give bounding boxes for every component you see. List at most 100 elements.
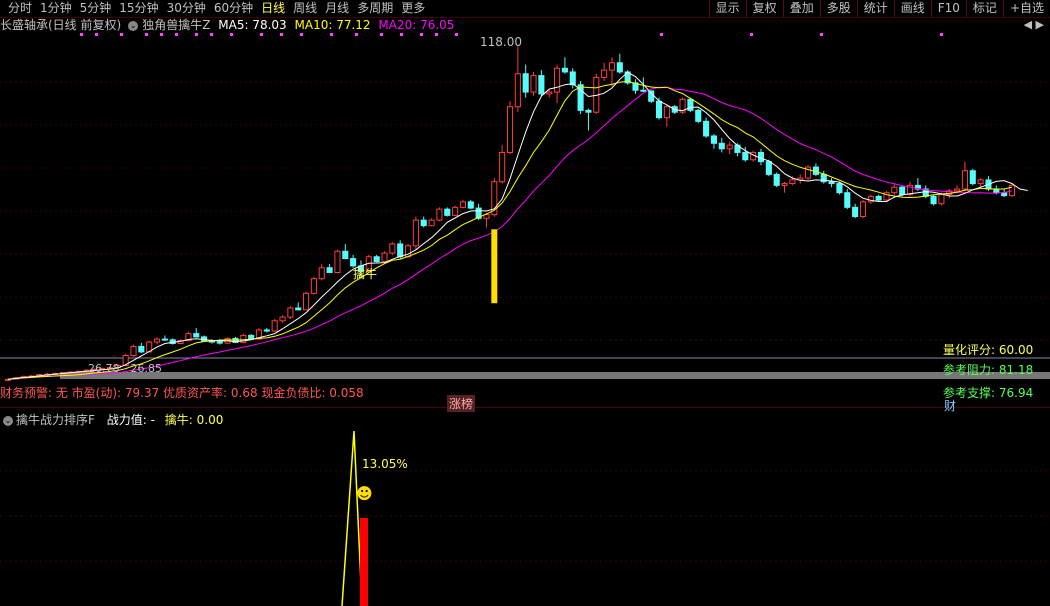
nav-arrows-icon[interactable]: ◀ ▶ [1024, 18, 1044, 31]
candlestick-chart[interactable] [0, 33, 1050, 408]
marker-dot [175, 33, 178, 36]
ma5-line [7, 71, 1028, 380]
candle-body [961, 170, 968, 190]
quant-score: 量化评分: 60.00 [943, 343, 1034, 357]
power-bar [360, 518, 368, 606]
candle-body [765, 161, 772, 175]
candle-body [310, 278, 317, 294]
candle-body [993, 188, 1000, 194]
candle-body [530, 75, 537, 93]
candle-body [428, 219, 435, 227]
marker-dot [455, 33, 458, 36]
tab-10[interactable]: 更多 [397, 0, 429, 17]
candle-body [663, 106, 670, 119]
candle-body [554, 67, 561, 93]
dropdown-circle-icon[interactable]: ⌄ [128, 20, 139, 31]
qn-value: 擒牛: 0.00 [164, 413, 224, 427]
candle-body [703, 120, 710, 137]
sub-indicator-name[interactable]: 擒牛战力排序F [16, 413, 95, 427]
tab-1[interactable]: 1分钟 [36, 0, 76, 17]
limit-badge[interactable]: 涨榜 [447, 395, 476, 412]
candle-body [303, 292, 310, 311]
candle-body [561, 67, 568, 73]
candle-body [852, 206, 859, 217]
marker-dot [280, 33, 283, 36]
candle-body [1001, 192, 1008, 197]
tool-2[interactable]: 叠加 [782, 0, 820, 17]
top-toolbar: 分时 1分钟 5分钟 15分钟 30分钟 60分钟 日线 周线 月线 多周期 更多 显示 复权 叠加 多股… [0, 0, 1050, 18]
candle-body [601, 69, 608, 78]
candle-body [389, 243, 396, 254]
finance-warning: 财务预警: 无 市盈(动): 79.37 优质资产率: 0.68 现金负债比: … [0, 386, 364, 400]
candle-body [546, 91, 553, 95]
candle-body [977, 179, 984, 185]
marker-dot [750, 33, 753, 36]
tab-4[interactable]: 30分钟 [163, 0, 210, 17]
marker-dot [120, 33, 123, 36]
candle-body [397, 243, 404, 258]
candle-body [381, 252, 388, 263]
candle-body [608, 62, 616, 71]
fin-badge[interactable]: 财 [944, 397, 956, 414]
candle-body [773, 173, 780, 186]
tool-0[interactable]: 显示 [708, 0, 746, 17]
smile-icon: ☻ [356, 484, 373, 503]
ma10-value: MA10: 77.12 [294, 18, 371, 32]
candle-body [930, 195, 937, 205]
tab-8[interactable]: 月线 [321, 0, 353, 17]
tab-5[interactable]: 60分钟 [210, 0, 257, 17]
candle-body [954, 188, 961, 192]
marker-dot [330, 33, 333, 36]
ma5-value: MA5: 78.03 [218, 18, 287, 32]
indicator-name[interactable]: 独角兽擒牛Z [142, 18, 210, 32]
tab-9[interactable]: 多周期 [353, 0, 397, 17]
marker-dot [160, 33, 163, 36]
candle-body [522, 73, 529, 93]
support-label: 参考支撑: 76.94 [943, 386, 1034, 400]
tool-4[interactable]: 统计 [856, 0, 894, 17]
candle-body [836, 183, 843, 194]
candle-body [506, 106, 514, 153]
marker-dot [380, 33, 383, 36]
candle-body [710, 135, 717, 144]
marker-dot [820, 33, 823, 36]
candle-body [538, 75, 545, 95]
tab-7[interactable]: 周线 [289, 0, 321, 17]
marker-dot [300, 33, 303, 36]
tab-6[interactable]: 日线 [257, 0, 289, 17]
tab-3[interactable]: 15分钟 [115, 0, 162, 17]
candle-body [216, 341, 223, 344]
tool-5[interactable]: 画线 [893, 0, 931, 17]
candle-body [687, 98, 694, 111]
tab-2[interactable]: 5分钟 [76, 0, 116, 17]
candle-body [655, 100, 663, 119]
candle-body [318, 267, 325, 280]
candle-body [844, 192, 851, 208]
candle-body [742, 151, 749, 161]
candle-body [342, 250, 349, 260]
candle-body [452, 206, 459, 216]
tool-3[interactable]: 多股 [819, 0, 857, 17]
candle-body [334, 250, 341, 273]
range-bar [60, 372, 1050, 379]
candle-body [789, 179, 796, 185]
candle-body [718, 142, 725, 150]
sub-chart[interactable] [0, 426, 1050, 606]
dropdown-circle-icon[interactable]: ⌄ [3, 415, 13, 426]
candle-body [499, 151, 506, 183]
tool-8[interactable]: +自选 [1002, 0, 1050, 17]
tool-6[interactable]: F10 [930, 0, 966, 17]
tool-7[interactable]: 标记 [965, 0, 1003, 17]
candle-body [263, 329, 270, 332]
stock-title: 长盛轴承(日线 前复权) [0, 18, 122, 32]
candle-body [781, 183, 788, 186]
main-chart[interactable]: 118.00 擒牛 量化评分: 60.00 参考阻力: 81.18 参考支撑: … [0, 33, 1050, 413]
candle-body [279, 316, 286, 322]
marker-dot [230, 33, 233, 36]
candle-body [891, 186, 898, 194]
ma20-value: MA20: 76.05 [378, 18, 455, 32]
tool-1[interactable]: 复权 [745, 0, 783, 17]
power-value: 战力值: - [106, 413, 155, 427]
candle-body [875, 195, 882, 201]
tab-0[interactable]: 分时 [4, 0, 36, 17]
